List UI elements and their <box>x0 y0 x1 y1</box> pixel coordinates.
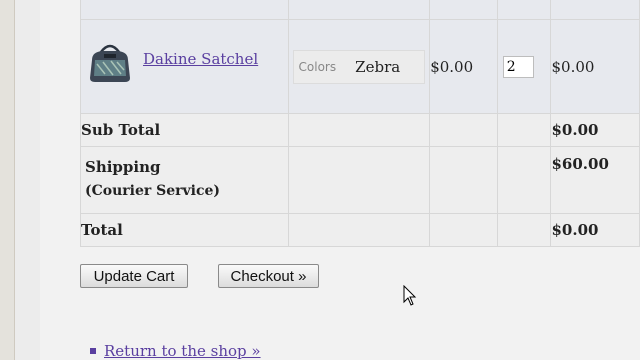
product-bag-image[interactable] <box>87 40 133 86</box>
total-row: Total $0.00 <box>80 213 640 247</box>
product-name-link[interactable]: Dakine Satchel <box>143 50 258 68</box>
shipping-value: $60.00 <box>550 146 640 214</box>
checkout-button[interactable]: Checkout » <box>218 264 319 288</box>
product-cell: Dakine Satchel <box>81 44 288 86</box>
update-cart-button[interactable]: Update Cart <box>80 264 188 288</box>
unit-price: $0.00 <box>429 19 498 114</box>
product-options: Colors Zebra <box>292 49 426 84</box>
shipping-row: Shipping (Courier Service) $60.00 <box>80 146 640 214</box>
option-label: Colors <box>298 59 337 74</box>
left-window-edge <box>0 0 15 360</box>
mouse-cursor-icon <box>403 285 417 306</box>
subtotal-label: Sub Total <box>80 113 289 147</box>
line-total: $0.00 <box>550 19 640 114</box>
quantity-input[interactable] <box>502 55 534 78</box>
return-link-item: Return to the shop » <box>90 342 261 360</box>
total-label: Total <box>80 213 289 247</box>
cart-table: Dakine Satchel Colors Zebra $0.00 $0.00 … <box>80 0 640 247</box>
shipping-method: (Courier Service) <box>85 183 221 199</box>
bullet-icon <box>90 348 96 354</box>
table-row <box>80 0 640 20</box>
total-value: $0.00 <box>550 213 640 247</box>
option-value: Zebra <box>355 57 401 76</box>
shipping-label: Shipping <box>85 158 161 176</box>
cart-item-row: Dakine Satchel Colors Zebra $0.00 $0.00 <box>80 19 640 114</box>
subtotal-value: $0.00 <box>550 113 640 147</box>
return-to-shop-link[interactable]: Return to the shop » <box>104 342 261 360</box>
subtotal-row: Sub Total $0.00 <box>80 113 640 147</box>
